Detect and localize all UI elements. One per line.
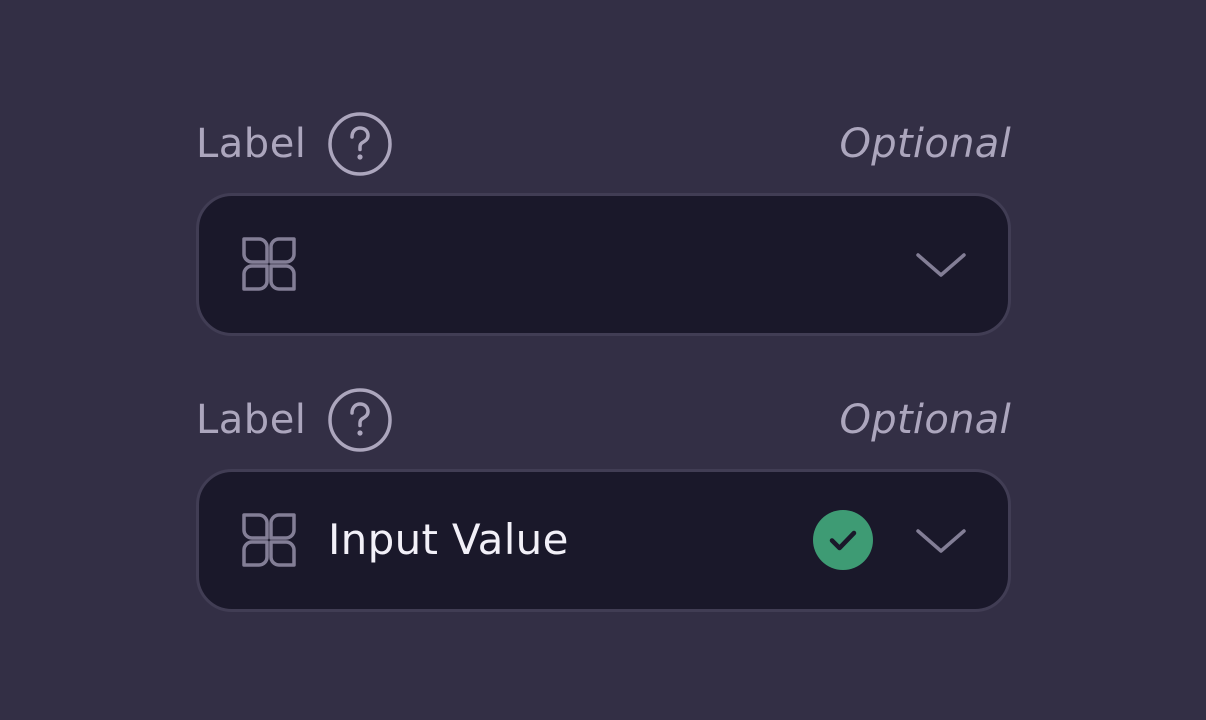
select-field-1: Label Optional [196,110,1011,336]
select-dropdown[interactable]: Input Value [196,469,1011,612]
field-label: Label [196,121,307,167]
field-label-row: Label Optional [196,386,1011,454]
question-circle-icon[interactable] [328,112,392,176]
field-label: Label [196,397,307,443]
select-value: Input Value [328,515,569,564]
chevron-down-icon[interactable] [915,524,967,558]
field-label-row: Label Optional [196,110,1011,178]
optional-hint: Optional [839,121,1011,167]
select-field-2: Label Optional Input Value [196,386,1011,612]
grid-icon [242,513,296,567]
question-circle-icon[interactable] [328,388,392,452]
grid-icon [242,237,296,291]
optional-hint: Optional [839,397,1011,443]
select-dropdown[interactable] [196,193,1011,336]
chevron-down-icon[interactable] [915,248,967,282]
check-circle-icon [813,510,873,570]
